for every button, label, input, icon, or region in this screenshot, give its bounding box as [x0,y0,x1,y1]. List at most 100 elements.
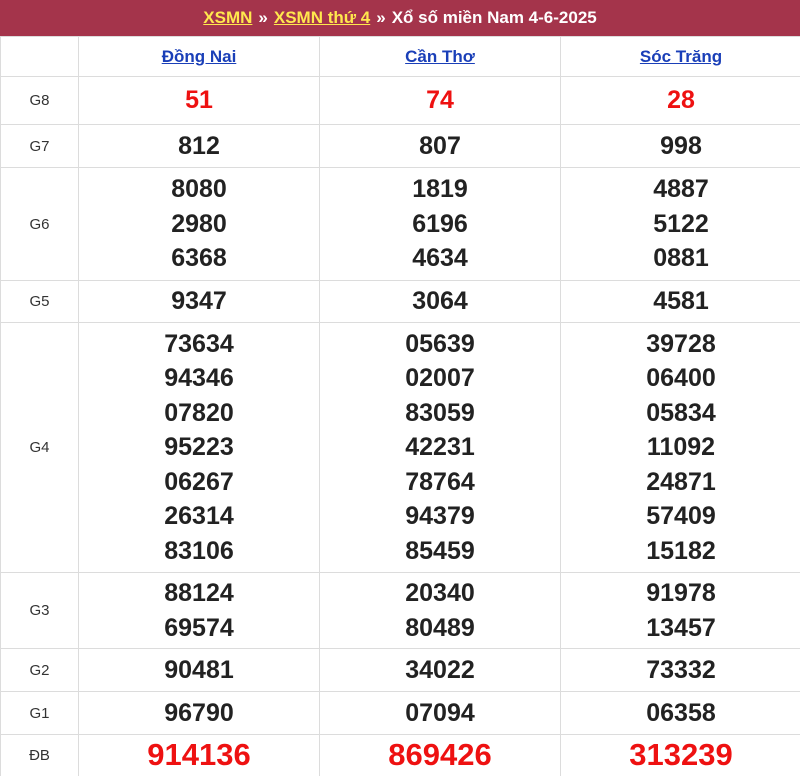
prize-row: G4 73634 94346 07820 95223 06267 26314 83106 056… [0,322,800,573]
winning-number: 74 [426,86,454,115]
winning-number: 96790 [164,698,234,727]
result-cell: 8080 2980 6368 [78,167,320,281]
prize-label: G7 [0,124,79,168]
breadcrumb-separator: » [258,8,268,27]
province-header: Sóc Trăng [560,36,800,77]
winning-number: 07094 [405,698,475,727]
prize-row: G1 96790 07094 06358 [0,691,800,735]
winning-number: 91978 [646,579,716,607]
province-link-soc-trang[interactable]: Sóc Trăng [640,47,722,66]
winning-number: 88124 [164,579,234,607]
province-header: Cần Thơ [319,36,561,77]
winning-number: 85459 [405,536,475,565]
winning-number: 11092 [646,433,716,462]
prize-label: ĐB [0,734,79,776]
result-cell: 91978 13457 [560,572,800,649]
winning-number: 5122 [653,209,709,238]
winning-number: 13457 [646,613,716,642]
winning-number: 51 [185,86,213,115]
result-cell: 73332 [560,648,800,692]
breadcrumb-current-page: Xổ số miền Nam 4-6-2025 [391,8,597,27]
result-cell: 88124 69574 [78,572,320,649]
winning-number: 06358 [646,698,716,727]
result-cell: 39728 06400 05834 11092 24871 57409 15182 [560,322,800,573]
winning-number: 28 [667,86,695,115]
result-cell: 51 [78,76,320,125]
winning-number: 95223 [164,433,234,462]
winning-number: 4581 [653,287,709,316]
result-cell: 1819 6196 4634 [319,167,561,281]
winning-number: 42231 [405,433,475,462]
prize-column-header [0,36,79,77]
winning-number: 869426 [388,737,492,773]
winning-number: 94379 [405,502,475,531]
province-link-can-tho[interactable]: Cần Thơ [405,47,475,66]
result-cell: 807 [319,124,561,168]
prize-row: G3 88124 69574 20340 80489 91978 13457 [0,572,800,649]
prize-label: G3 [0,572,79,649]
result-cell: 3064 [319,280,561,323]
winning-number: 34022 [405,655,475,684]
prize-row: G5 9347 3064 4581 [0,280,800,323]
winning-number: 83106 [164,536,234,565]
prize-label: G4 [0,322,79,573]
winning-number: 06400 [646,364,716,393]
winning-number: 80489 [405,613,475,642]
prize-row: G7 812 807 998 [0,124,800,168]
province-header: Đồng Nai [78,36,320,77]
result-cell: 96790 [78,691,320,735]
winning-number: 2980 [171,209,227,238]
winning-number: 3064 [412,287,468,316]
winning-number: 15182 [646,536,716,565]
prize-row: G2 90481 34022 73332 [0,648,800,692]
breadcrumb-link-xsmn-thu-4[interactable]: XSMN thứ 4 [274,8,370,28]
results-body: G8 51 74 28 G7 812 807 998 G6 8080 2980 6368 1819 619… [0,76,800,776]
winning-number: 4634 [412,244,468,273]
prize-row: ĐB 914136 869426 313239 [0,734,800,776]
result-cell: 9347 [78,280,320,323]
result-cell: 90481 [78,648,320,692]
result-cell: 812 [78,124,320,168]
winning-number: 78764 [405,467,475,496]
winning-number: 998 [660,131,702,160]
prize-row: G8 51 74 28 [0,76,800,125]
result-cell: 869426 [319,734,561,776]
winning-number: 6196 [412,209,468,238]
result-cell: 914136 [78,734,320,776]
winning-number: 39728 [646,329,716,358]
province-header-row: Đồng Nai Cần Thơ Sóc Trăng [0,36,800,77]
result-cell: 74 [319,76,561,125]
winning-number: 73634 [164,329,234,358]
winning-number: 57409 [646,502,716,531]
winning-number: 02007 [405,364,475,393]
winning-number: 9347 [171,287,227,316]
winning-number: 1819 [412,175,468,204]
result-cell: 06358 [560,691,800,735]
winning-number: 812 [178,131,220,160]
breadcrumb-separator: » [376,8,386,27]
breadcrumb-link-xsmn[interactable]: XSMN [203,8,252,28]
winning-number: 26314 [164,502,234,531]
prize-label: G8 [0,76,79,125]
winning-number: 0881 [653,244,709,273]
winning-number: 94346 [164,364,234,393]
winning-number: 8080 [171,175,227,204]
result-cell: 07094 [319,691,561,735]
result-cell: 73634 94346 07820 95223 06267 26314 83106 [78,322,320,573]
result-cell: 34022 [319,648,561,692]
winning-number: 6368 [171,244,227,273]
prize-row: G6 8080 2980 6368 1819 6196 4634 4887 5122 0881 [0,167,800,281]
province-link-dong-nai[interactable]: Đồng Nai [162,47,237,66]
winning-number: 69574 [164,613,234,642]
winning-number: 313239 [629,737,733,773]
winning-number: 4887 [653,175,709,204]
winning-number: 83059 [405,398,475,427]
result-cell: 4887 5122 0881 [560,167,800,281]
prize-label: G1 [0,691,79,735]
winning-number: 07820 [164,398,234,427]
winning-number: 20340 [405,579,475,607]
result-cell: 4581 [560,280,800,323]
prize-label: G6 [0,167,79,281]
winning-number: 06267 [164,467,234,496]
result-cell: 313239 [560,734,800,776]
